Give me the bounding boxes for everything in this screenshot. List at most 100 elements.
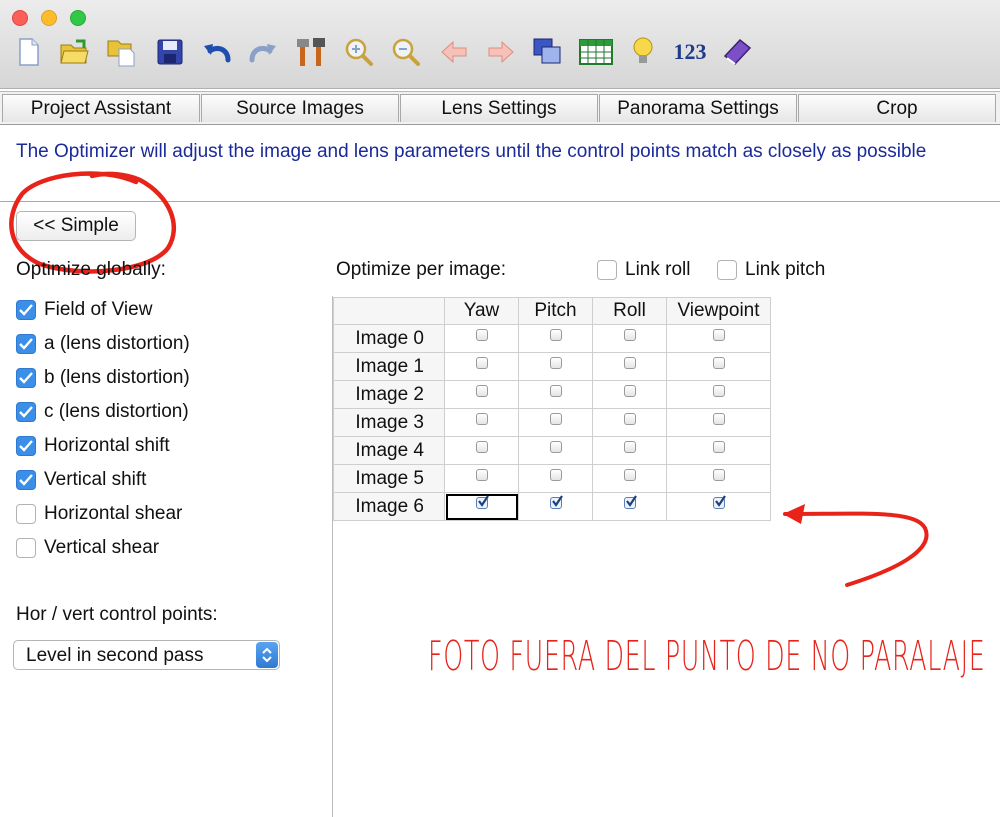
checkbox[interactable] xyxy=(597,260,617,280)
checkbox[interactable] xyxy=(16,334,36,354)
zoom-in-icon[interactable] xyxy=(344,36,374,68)
option-field-of-view[interactable]: Field of View xyxy=(16,298,152,322)
open-recent-icon[interactable] xyxy=(106,36,136,68)
grid-cell[interactable] xyxy=(519,465,593,493)
new-file-icon[interactable] xyxy=(14,36,44,68)
table-icon[interactable] xyxy=(578,36,614,68)
checkbox-checked[interactable] xyxy=(549,494,563,509)
grid-cell[interactable] xyxy=(593,493,667,521)
tab-panorama-settings[interactable]: Panorama Settings xyxy=(599,94,797,122)
checkbox-checked[interactable] xyxy=(712,494,726,509)
checkbox[interactable] xyxy=(475,328,488,341)
checkbox[interactable] xyxy=(623,468,636,481)
checkbox[interactable] xyxy=(16,300,36,320)
help-book-icon[interactable] xyxy=(722,36,752,68)
checkbox-checked[interactable] xyxy=(475,494,489,509)
grid-cell[interactable] xyxy=(445,381,519,409)
option-a-lens-distortion[interactable]: a (lens distortion) xyxy=(16,332,190,356)
option-vertical-shear[interactable]: Vertical shear xyxy=(16,536,159,560)
checkbox[interactable] xyxy=(712,440,725,453)
checkbox[interactable] xyxy=(712,356,725,369)
grid-cell[interactable] xyxy=(519,493,593,521)
checkbox-checked[interactable] xyxy=(623,494,637,509)
checkbox[interactable] xyxy=(475,440,488,453)
undo-icon[interactable] xyxy=(202,36,232,68)
open-folder-icon[interactable] xyxy=(60,36,90,68)
checkbox[interactable] xyxy=(16,504,36,524)
tab-source-images[interactable]: Source Images xyxy=(201,94,399,122)
checkbox[interactable] xyxy=(549,468,562,481)
previous-icon[interactable] xyxy=(439,36,469,68)
checkbox[interactable] xyxy=(623,384,636,397)
option-horizontal-shift[interactable]: Horizontal shift xyxy=(16,434,170,458)
simple-mode-button[interactable]: << Simple xyxy=(16,211,136,241)
save-icon[interactable] xyxy=(155,36,185,68)
grid-cell[interactable] xyxy=(519,353,593,381)
grid-cell[interactable] xyxy=(667,353,771,381)
next-icon[interactable] xyxy=(486,36,516,68)
tools-icon[interactable] xyxy=(296,36,326,68)
checkbox[interactable] xyxy=(712,468,725,481)
checkbox[interactable] xyxy=(475,412,488,425)
tab-project-assistant[interactable]: Project Assistant xyxy=(2,94,200,122)
checkbox[interactable] xyxy=(549,328,562,341)
grid-cell[interactable] xyxy=(593,381,667,409)
tab-crop[interactable]: Crop xyxy=(798,94,996,122)
checkbox[interactable] xyxy=(16,368,36,388)
grid-cell[interactable] xyxy=(593,325,667,353)
checkbox[interactable] xyxy=(717,260,737,280)
grid-cell[interactable] xyxy=(667,465,771,493)
select-arrows-icon[interactable] xyxy=(256,642,278,668)
option-c-lens-distortion[interactable]: c (lens distortion) xyxy=(16,400,189,424)
checkbox[interactable] xyxy=(475,356,488,369)
checkbox[interactable] xyxy=(712,412,725,425)
numbers-icon[interactable]: 123 xyxy=(670,36,710,68)
checkbox[interactable] xyxy=(475,384,488,397)
grid-cell[interactable] xyxy=(519,325,593,353)
minimize-window-button[interactable] xyxy=(41,10,57,26)
link-roll-option[interactable]: Link roll xyxy=(597,258,690,282)
grid-cell[interactable] xyxy=(667,381,771,409)
grid-cell[interactable] xyxy=(519,409,593,437)
tab-lens-settings[interactable]: Lens Settings xyxy=(400,94,598,122)
grid-cell[interactable] xyxy=(667,409,771,437)
grid-cell[interactable] xyxy=(593,437,667,465)
checkbox[interactable] xyxy=(712,328,725,341)
option-horizontal-shear[interactable]: Horizontal shear xyxy=(16,502,182,526)
hint-bulb-icon[interactable] xyxy=(628,36,658,68)
checkbox[interactable] xyxy=(16,470,36,490)
checkbox[interactable] xyxy=(16,538,36,558)
preview-icon[interactable] xyxy=(532,36,562,68)
grid-cell[interactable] xyxy=(519,437,593,465)
grid-cell[interactable] xyxy=(667,437,771,465)
option-b-lens-distortion[interactable]: b (lens distortion) xyxy=(16,366,190,390)
grid-cell[interactable] xyxy=(667,325,771,353)
checkbox[interactable] xyxy=(712,384,725,397)
checkbox[interactable] xyxy=(549,356,562,369)
redo-icon[interactable] xyxy=(248,36,278,68)
grid-cell[interactable] xyxy=(593,465,667,493)
grid-cell[interactable] xyxy=(445,325,519,353)
zoom-out-icon[interactable] xyxy=(391,36,421,68)
grid-cell[interactable] xyxy=(667,493,771,521)
checkbox[interactable] xyxy=(16,402,36,422)
checkbox[interactable] xyxy=(475,468,488,481)
checkbox[interactable] xyxy=(623,412,636,425)
checkbox[interactable] xyxy=(549,412,562,425)
control-points-select[interactable]: Level in second pass xyxy=(13,640,280,670)
checkbox[interactable] xyxy=(623,440,636,453)
grid-cell[interactable] xyxy=(593,353,667,381)
checkbox[interactable] xyxy=(623,356,636,369)
checkbox[interactable] xyxy=(16,436,36,456)
checkbox[interactable] xyxy=(549,384,562,397)
grid-cell[interactable] xyxy=(593,409,667,437)
link-pitch-option[interactable]: Link pitch xyxy=(717,258,825,282)
close-window-button[interactable] xyxy=(12,10,28,26)
maximize-window-button[interactable] xyxy=(70,10,86,26)
grid-cell-focused[interactable] xyxy=(445,493,519,521)
option-vertical-shift[interactable]: Vertical shift xyxy=(16,468,146,492)
grid-cell[interactable] xyxy=(445,465,519,493)
checkbox[interactable] xyxy=(623,328,636,341)
grid-cell[interactable] xyxy=(519,381,593,409)
grid-cell[interactable] xyxy=(445,437,519,465)
